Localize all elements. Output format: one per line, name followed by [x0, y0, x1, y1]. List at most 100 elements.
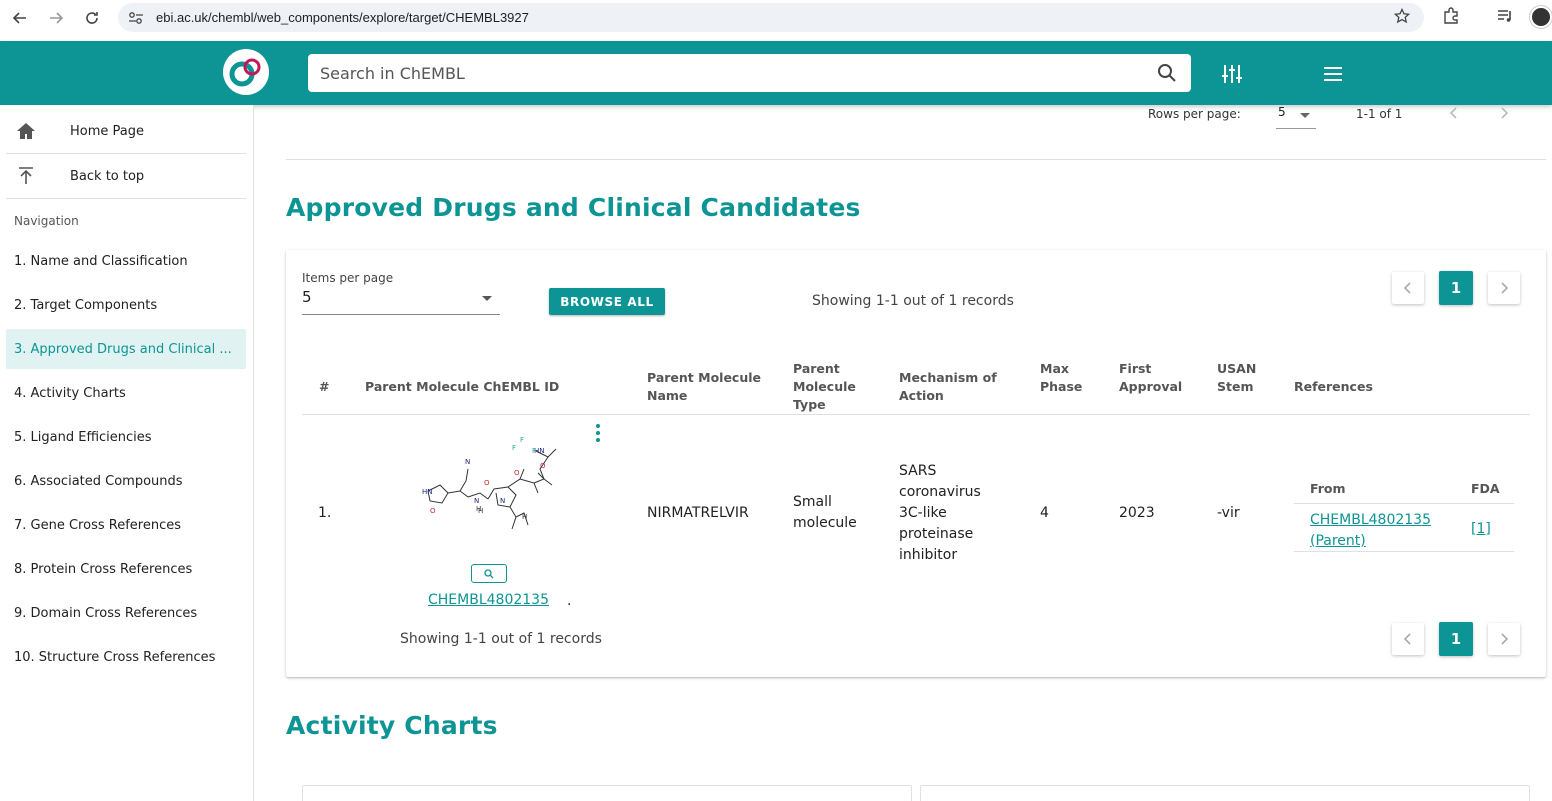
sidebar-item-name-and-classification[interactable]: 1. Name and Classification — [6, 241, 246, 281]
sidebar-item-protein-cross-references[interactable]: 8. Protein Cross References — [6, 549, 246, 589]
sidebar-item-activity-charts[interactable]: 4. Activity Charts — [6, 373, 246, 413]
browse-all-button[interactable]: BROWSE ALL — [549, 288, 665, 315]
reload-icon[interactable] — [81, 7, 103, 29]
column-header-first-approval[interactable]: First Approval — [1119, 360, 1189, 396]
activity-chart-panel — [920, 785, 1530, 801]
sidebar-item-domain-cross-references[interactable]: 9. Domain Cross References — [6, 593, 246, 633]
address-bar[interactable]: ebi.ac.uk/chembl/web_components/explore/… — [118, 3, 1424, 32]
column-header-max-phase[interactable]: Max Phase — [1040, 360, 1100, 396]
sidebar-item-ligand-efficiencies[interactable]: 5. Ligand Efficiencies — [6, 417, 246, 457]
previous-page-icon[interactable] — [1448, 105, 1460, 125]
activity-chart-panel — [302, 785, 912, 801]
sidebar-item-target-components[interactable]: 2. Target Components — [6, 285, 246, 325]
main-content: Rows per page: 5 1-1 of 1 Approved Drugs… — [254, 105, 1552, 801]
sidebar-item-label: Home Page — [70, 123, 144, 139]
column-header-molecule-name[interactable]: Parent Molecule Name — [647, 369, 767, 405]
svg-text:N: N — [474, 497, 479, 505]
sidebar-item-gene-cross-references[interactable]: 7. Gene Cross References — [6, 505, 246, 545]
column-header-molecule-type[interactable]: Parent Molecule Type — [793, 360, 873, 414]
sidebar-item-label: Back to top — [70, 168, 145, 184]
previous-page-button[interactable] — [1392, 272, 1424, 304]
more-options-icon[interactable] — [594, 423, 602, 443]
svg-text:HN: HN — [422, 488, 433, 496]
browser-toolbar: ebi.ac.uk/chembl/web_components/explore/… — [0, 0, 1552, 36]
column-header-usan-stem[interactable]: USAN Stem — [1217, 360, 1267, 396]
column-header-index: # — [319, 379, 330, 394]
references-header-from: From — [1310, 481, 1346, 496]
rows-per-page-label: Rows per page: — [1148, 107, 1241, 121]
back-arrow-icon[interactable] — [9, 7, 31, 29]
column-header-references: References — [1294, 379, 1373, 394]
references-divider — [1294, 551, 1514, 552]
sidebar-item-associated-compounds[interactable]: 6. Associated Compounds — [6, 461, 246, 501]
svg-text:H: H — [522, 513, 527, 521]
menu-icon[interactable] — [1322, 63, 1344, 85]
column-header-chembl-id[interactable]: Parent Molecule ChEMBL ID — [365, 378, 559, 396]
usan-stem: -vir — [1217, 505, 1240, 521]
molecule-type: Small molecule — [793, 494, 857, 531]
chembl-id-link[interactable]: CHEMBL4802135 — [428, 590, 549, 611]
mechanism-of-action: SARS coronavirus 3C-like proteinase inhi… — [899, 463, 981, 563]
navigation-heading: Navigation — [14, 214, 79, 228]
site-settings-icon[interactable] — [128, 11, 144, 25]
previous-page-button[interactable] — [1392, 623, 1424, 655]
sidebar: Home Page Back to top Navigation 1. Name… — [0, 105, 254, 801]
media-queue-icon[interactable] — [1496, 7, 1514, 29]
next-page-button[interactable] — [1488, 623, 1520, 655]
rows-per-page-select[interactable]: 5 — [1276, 105, 1316, 129]
next-page-button[interactable] — [1488, 272, 1520, 304]
records-count-bottom: Showing 1-1 out of 1 records — [400, 631, 602, 647]
section-title-activity-charts: Activity Charts — [286, 711, 498, 740]
section-title-approved-drugs: Approved Drugs and Clinical Candidates — [286, 193, 861, 222]
svg-text:O: O — [484, 479, 490, 487]
arrow-to-top-icon — [6, 166, 46, 186]
items-per-page-select[interactable]: 5 — [302, 288, 500, 315]
advanced-search-icon[interactable] — [1221, 63, 1243, 85]
sidebar-item-back-to-top[interactable]: Back to top — [6, 154, 246, 199]
extensions-icon[interactable] — [1442, 7, 1460, 29]
profile-avatar[interactable] — [1530, 6, 1552, 28]
sidebar-item-structure-cross-references[interactable]: 10. Structure Cross References — [6, 637, 246, 677]
trailing-dot: . — [567, 593, 572, 609]
divider — [286, 159, 1546, 160]
column-header-mechanism[interactable]: Mechanism of Action — [899, 369, 1009, 405]
svg-text:H: H — [478, 507, 483, 515]
url-text: ebi.ac.uk/chembl/web_components/explore/… — [156, 10, 529, 25]
sidebar-item-approved-drugs[interactable]: 3. Approved Drugs and Clinical ... — [6, 329, 246, 369]
svg-text:F: F — [512, 444, 516, 452]
magnify-icon — [484, 568, 494, 578]
row-index: 1. — [318, 505, 332, 521]
page-button-current[interactable]: 1 — [1439, 271, 1473, 305]
page-button-current[interactable]: 1 — [1439, 622, 1473, 656]
sidebar-item-home[interactable]: Home Page — [6, 109, 246, 154]
molecule-name: NIRMATRELVIR — [647, 505, 749, 521]
chevron-down-icon — [482, 296, 492, 301]
svg-text:N: N — [465, 458, 470, 466]
search-icon[interactable] — [1157, 63, 1177, 87]
forward-arrow-icon[interactable] — [45, 7, 67, 29]
bookmark-star-icon[interactable] — [1393, 7, 1411, 28]
next-page-icon[interactable] — [1498, 105, 1510, 125]
table-header-divider — [302, 414, 1530, 415]
svg-text:O: O — [430, 507, 436, 515]
svg-text:O: O — [514, 469, 520, 477]
pager-range: 1-1 of 1 — [1356, 107, 1403, 121]
chembl-logo-icon[interactable] — [223, 49, 269, 95]
svg-text:F: F — [520, 436, 524, 444]
search-box — [308, 54, 1191, 92]
max-phase: 4 — [1040, 505, 1049, 521]
reference-fda-link[interactable]: [1] — [1471, 519, 1491, 540]
records-count-top: Showing 1-1 out of 1 records — [812, 293, 1014, 309]
chevron-down-icon — [1300, 113, 1310, 118]
approved-drugs-card: Items per page 5 BROWSE ALL Showing 1-1 … — [286, 250, 1546, 677]
first-approval: 2023 — [1119, 505, 1155, 521]
svg-text:O: O — [540, 462, 546, 470]
zoom-structure-button[interactable] — [471, 564, 507, 583]
references-header-fda: FDA — [1471, 481, 1500, 496]
search-input[interactable] — [320, 58, 1140, 88]
reference-from-link[interactable]: CHEMBL4802135 (Parent) — [1310, 510, 1440, 552]
home-icon — [6, 122, 46, 140]
items-per-page-value: 5 — [302, 288, 312, 306]
svg-text:N: N — [500, 497, 505, 505]
molecule-structure-image[interactable]: HN O N N H O N O HN O F F F H H — [416, 433, 566, 543]
